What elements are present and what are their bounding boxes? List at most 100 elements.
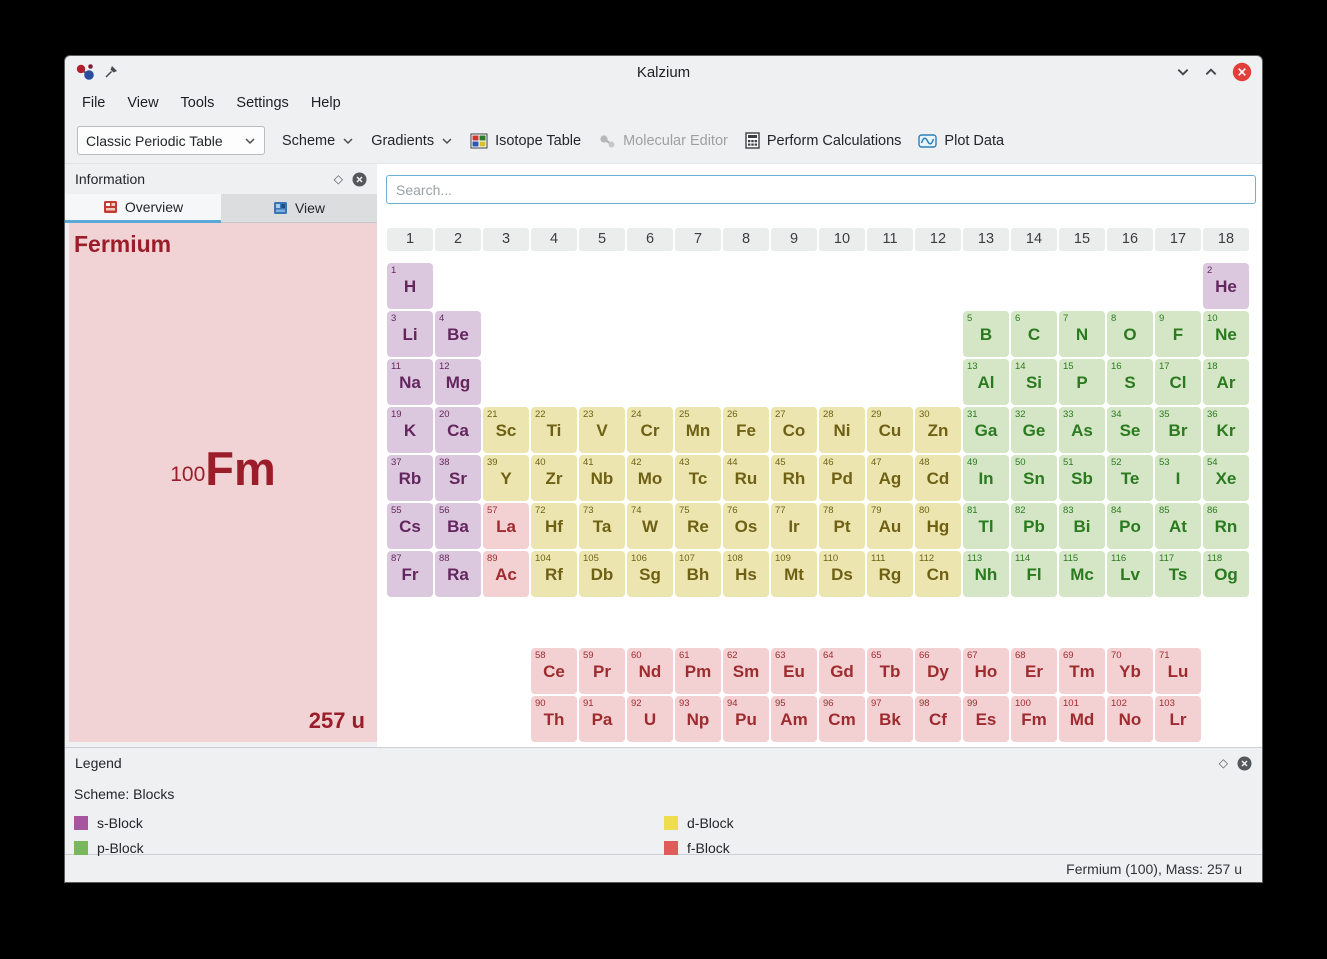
element-Fm[interactable]: 100Fm xyxy=(1011,696,1057,742)
element-Cn[interactable]: 112Cn xyxy=(915,551,961,597)
element-Mo[interactable]: 42Mo xyxy=(627,455,673,501)
element-Ca[interactable]: 20Ca xyxy=(435,407,481,453)
element-Cf[interactable]: 98Cf xyxy=(915,696,961,742)
menu-settings[interactable]: Settings xyxy=(225,90,299,116)
element-Mt[interactable]: 109Mt xyxy=(771,551,817,597)
element-Cl[interactable]: 17Cl xyxy=(1155,359,1201,405)
element-Lv[interactable]: 116Lv xyxy=(1107,551,1153,597)
element-W[interactable]: 74W xyxy=(627,503,673,549)
element-Cd[interactable]: 48Cd xyxy=(915,455,961,501)
element-K[interactable]: 19K xyxy=(387,407,433,453)
element-Er[interactable]: 68Er xyxy=(1011,648,1057,694)
element-Re[interactable]: 75Re xyxy=(675,503,721,549)
maximize-window-icon[interactable] xyxy=(1204,67,1218,77)
element-Og[interactable]: 118Og xyxy=(1203,551,1249,597)
element-Pb[interactable]: 82Pb xyxy=(1011,503,1057,549)
element-Fe[interactable]: 26Fe xyxy=(723,407,769,453)
element-Sg[interactable]: 106Sg xyxy=(627,551,673,597)
element-O[interactable]: 8O xyxy=(1107,311,1153,357)
element-Ne[interactable]: 10Ne xyxy=(1203,311,1249,357)
element-Be[interactable]: 4Be xyxy=(435,311,481,357)
element-He[interactable]: 2He xyxy=(1203,263,1249,309)
element-Nd[interactable]: 60Nd xyxy=(627,648,673,694)
element-Po[interactable]: 84Po xyxy=(1107,503,1153,549)
menu-file[interactable]: File xyxy=(71,90,116,116)
element-Rg[interactable]: 111Rg xyxy=(867,551,913,597)
element-C[interactable]: 6C xyxy=(1011,311,1057,357)
element-Tb[interactable]: 65Tb xyxy=(867,648,913,694)
element-Cr[interactable]: 24Cr xyxy=(627,407,673,453)
element-Hf[interactable]: 72Hf xyxy=(531,503,577,549)
float-panel-icon[interactable]: ◇ xyxy=(334,173,343,185)
element-No[interactable]: 102No xyxy=(1107,696,1153,742)
element-Ce[interactable]: 58Ce xyxy=(531,648,577,694)
element-Al[interactable]: 13Al xyxy=(963,359,1009,405)
menu-tools[interactable]: Tools xyxy=(170,90,226,116)
float-legend-icon[interactable]: ◇ xyxy=(1219,757,1228,769)
element-Pd[interactable]: 46Pd xyxy=(819,455,865,501)
element-Fr[interactable]: 87Fr xyxy=(387,551,433,597)
close-panel-icon[interactable] xyxy=(352,172,367,187)
element-Ga[interactable]: 31Ga xyxy=(963,407,1009,453)
element-Zr[interactable]: 40Zr xyxy=(531,455,577,501)
element-Sc[interactable]: 21Sc xyxy=(483,407,529,453)
element-Pr[interactable]: 59Pr xyxy=(579,648,625,694)
element-Ds[interactable]: 110Ds xyxy=(819,551,865,597)
element-Tl[interactable]: 81Tl xyxy=(963,503,1009,549)
element-Mc[interactable]: 115Mc xyxy=(1059,551,1105,597)
pin-icon[interactable] xyxy=(103,64,119,80)
element-I[interactable]: 53I xyxy=(1155,455,1201,501)
element-Sn[interactable]: 50Sn xyxy=(1011,455,1057,501)
element-Se[interactable]: 34Se xyxy=(1107,407,1153,453)
tab-view[interactable]: View xyxy=(221,194,377,223)
element-U[interactable]: 92U xyxy=(627,696,673,742)
element-Ir[interactable]: 77Ir xyxy=(771,503,817,549)
shade-window-icon[interactable] xyxy=(1176,67,1190,77)
table-type-select[interactable]: Classic Periodic Table xyxy=(77,126,265,155)
element-Sr[interactable]: 38Sr xyxy=(435,455,481,501)
element-F[interactable]: 9F xyxy=(1155,311,1201,357)
element-In[interactable]: 49In xyxy=(963,455,1009,501)
isotope-table-button[interactable]: Isotope Table xyxy=(470,133,581,149)
element-Ts[interactable]: 117Ts xyxy=(1155,551,1201,597)
element-Os[interactable]: 76Os xyxy=(723,503,769,549)
element-Rb[interactable]: 37Rb xyxy=(387,455,433,501)
element-Ni[interactable]: 28Ni xyxy=(819,407,865,453)
element-N[interactable]: 7N xyxy=(1059,311,1105,357)
element-Rn[interactable]: 86Rn xyxy=(1203,503,1249,549)
gradients-dropdown[interactable]: Gradients xyxy=(371,133,453,149)
element-Ac[interactable]: 89Ac xyxy=(483,551,529,597)
element-Gd[interactable]: 64Gd xyxy=(819,648,865,694)
element-B[interactable]: 5B xyxy=(963,311,1009,357)
element-Cm[interactable]: 96Cm xyxy=(819,696,865,742)
element-La[interactable]: 57La xyxy=(483,503,529,549)
element-Au[interactable]: 79Au xyxy=(867,503,913,549)
element-At[interactable]: 85At xyxy=(1155,503,1201,549)
element-Na[interactable]: 11Na xyxy=(387,359,433,405)
element-Nh[interactable]: 113Nh xyxy=(963,551,1009,597)
element-P[interactable]: 15P xyxy=(1059,359,1105,405)
element-Ar[interactable]: 18Ar xyxy=(1203,359,1249,405)
element-Nb[interactable]: 41Nb xyxy=(579,455,625,501)
element-Ta[interactable]: 73Ta xyxy=(579,503,625,549)
menu-help[interactable]: Help xyxy=(300,90,352,116)
element-Ag[interactable]: 47Ag xyxy=(867,455,913,501)
tab-overview[interactable]: Overview xyxy=(65,194,221,223)
element-Ho[interactable]: 67Ho xyxy=(963,648,1009,694)
element-Pt[interactable]: 78Pt xyxy=(819,503,865,549)
element-Zn[interactable]: 30Zn xyxy=(915,407,961,453)
element-S[interactable]: 16S xyxy=(1107,359,1153,405)
element-Co[interactable]: 27Co xyxy=(771,407,817,453)
element-Tc[interactable]: 43Tc xyxy=(675,455,721,501)
element-Lu[interactable]: 71Lu xyxy=(1155,648,1201,694)
element-Mg[interactable]: 12Mg xyxy=(435,359,481,405)
element-Cs[interactable]: 55Cs xyxy=(387,503,433,549)
element-Db[interactable]: 105Db xyxy=(579,551,625,597)
element-Ba[interactable]: 56Ba xyxy=(435,503,481,549)
element-Th[interactable]: 90Th xyxy=(531,696,577,742)
element-Rf[interactable]: 104Rf xyxy=(531,551,577,597)
element-H[interactable]: 1H xyxy=(387,263,433,309)
element-Lr[interactable]: 103Lr xyxy=(1155,696,1201,742)
element-Md[interactable]: 101Md xyxy=(1059,696,1105,742)
element-Sm[interactable]: 62Sm xyxy=(723,648,769,694)
